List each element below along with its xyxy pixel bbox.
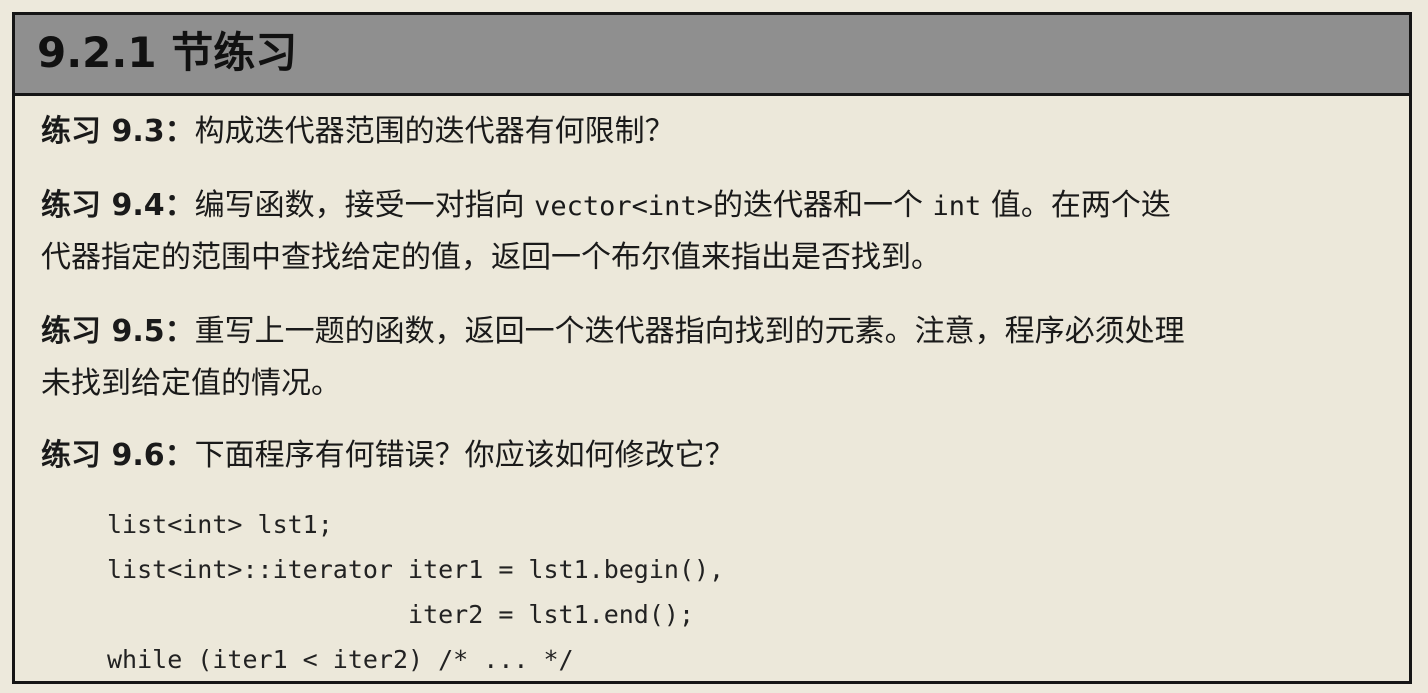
exercise-9-5-line2: 未找到给定值的情况。	[41, 357, 1385, 411]
inline-code: int	[932, 191, 982, 222]
code-line: list<int> lst1;	[107, 510, 333, 539]
exercise-9-4: 练习 9.4：编写函数，接受一对指向 vector<int>的迭代器和一个 in…	[41, 179, 1385, 234]
exercise-text: 构成迭代器范围的迭代器有何限制？	[194, 114, 675, 149]
exercise-label: 练习 9.6：	[41, 438, 195, 473]
page: 9.2.1 节练习 练习 9.3：构成迭代器范围的迭代器有何限制？ 练习 9.4…	[0, 0, 1428, 693]
exercise-text: 重写上一题的函数，返回一个迭代器指向找到的元素。注意，程序必须处理	[194, 314, 1185, 349]
inline-code: vector<int>	[534, 191, 713, 222]
section-header: 9.2.1 节练习	[15, 15, 1409, 96]
exercise-text: 未找到给定值的情况。	[41, 366, 341, 401]
exercise-9-3: 练习 9.3：构成迭代器范围的迭代器有何限制？	[41, 105, 1385, 159]
exercise-text: 值。在两个迭	[981, 188, 1171, 223]
exercise-text: 下面程序有何错误？你应该如何修改它？	[194, 438, 735, 473]
exercise-9-4-line2: 代器指定的范围中查找给定的值，返回一个布尔值来指出是否找到。	[41, 231, 1385, 285]
exercise-box: 9.2.1 节练习 练习 9.3：构成迭代器范围的迭代器有何限制？ 练习 9.4…	[12, 12, 1412, 684]
code-line: list<int>::iterator iter1 = lst1.begin()…	[107, 555, 725, 584]
exercise-text: 代器指定的范围中查找给定的值，返回一个布尔值来指出是否找到。	[41, 240, 941, 275]
exercise-label: 练习 9.4：	[41, 188, 195, 223]
exercise-label: 练习 9.3：	[41, 114, 195, 149]
section-title: 9.2.1 节练习	[37, 28, 298, 77]
exercise-9-6: 练习 9.6：下面程序有何错误？你应该如何修改它？	[41, 429, 1385, 483]
exercise-9-5: 练习 9.5：重写上一题的函数，返回一个迭代器指向找到的元素。注意，程序必须处理	[41, 305, 1385, 359]
code-line: iter2 = lst1.end();	[107, 600, 694, 629]
code-line: while (iter1 < iter2) /* ... */	[107, 645, 574, 674]
code-block: list<int> lst1;list<int>::iterator iter1…	[107, 502, 724, 682]
exercise-label: 练习 9.5：	[41, 314, 195, 349]
exercise-text: 的迭代器和一个	[712, 188, 933, 223]
exercise-text: 编写函数，接受一对指向	[194, 188, 535, 223]
